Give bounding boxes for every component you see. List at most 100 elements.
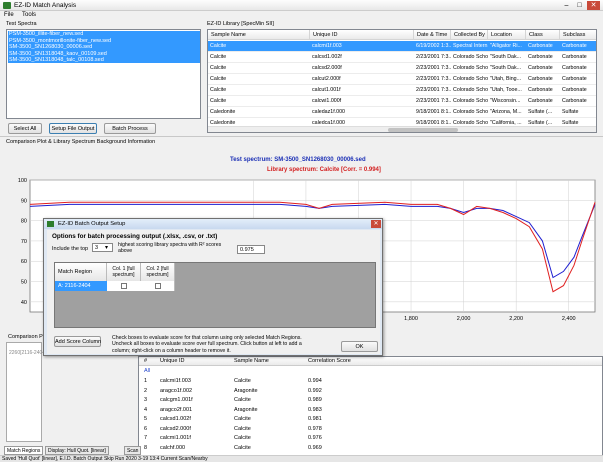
table-row[interactable]: Caledonite caledaz1f.000 9/18/2001 8:1... C… [208, 107, 596, 118]
comparison-list[interactable]: 2260[2116-2404] [6, 342, 46, 442]
list-item[interactable]: PSM-3500_montmorillonite-fiber_new.sed [9, 38, 111, 44]
score-threshold-input[interactable]: 0.975 [237, 245, 265, 254]
test-spectra-label: Test Spectra [6, 21, 37, 27]
close-button[interactable]: ✕ [587, 1, 600, 10]
col2-checkbox[interactable] [155, 283, 161, 289]
app-icon [3, 2, 11, 9]
tab-scan[interactable]: Scan [124, 446, 142, 455]
column-header[interactable]: Unique ID [160, 357, 184, 366]
add-score-column-button[interactable]: Add Score Column [54, 336, 101, 347]
column-header[interactable]: Subclass [560, 30, 596, 40]
table-cell: Carbonate [562, 65, 587, 71]
ok-button[interactable]: OK [341, 341, 378, 352]
results-header: # Unique ID Sample Name Correlation Scor… [139, 357, 602, 366]
chevron-down-icon: ▾ [105, 245, 109, 251]
column-header[interactable]: Sample Name [208, 30, 310, 40]
x-tick-label: 2,000 [457, 316, 471, 322]
table-cell: Calcite [210, 65, 227, 71]
table-cell: "Utah, Tooe... [490, 87, 522, 93]
app-window: EZ-ID Match Analysis – □ ✕ File Tools Te… [0, 0, 603, 462]
result-cell: calcsd2.000f [160, 425, 191, 432]
table-cell: Carbonate [562, 87, 587, 93]
result-row[interactable]: 8 calchf.000 Calcite 0.969 [139, 444, 602, 453]
col1-checkbox[interactable] [121, 283, 127, 289]
result-cell: Calcite [234, 378, 251, 384]
column-header[interactable]: # [144, 357, 147, 366]
table-row[interactable]: Calcite calcmi1f.003 6/19/2002 1:3... Spect… [208, 41, 596, 52]
table-row[interactable]: Calcite calcsd1.002f 2/23/2001 7:3... Color… [208, 52, 596, 63]
table-cell: 2/23/2001 7:3... [416, 65, 451, 71]
result-row[interactable]: 2 aragco1f.002 Aragonite 0.992 [139, 387, 602, 396]
column-header[interactable]: Class [526, 30, 560, 40]
test-spectra-list[interactable]: PSM-3500_illite-fiber_new.sed PSM-3500_m… [6, 29, 201, 119]
x-tick-label: 1,800 [404, 316, 418, 322]
horizontal-scrollbar[interactable] [208, 126, 596, 132]
result-row[interactable]: 1 calcmi1f.003 Calcite 0.994 [139, 377, 602, 386]
table-cell: Carbonate [562, 98, 587, 104]
column-header[interactable]: Collected By [451, 30, 488, 40]
result-row[interactable]: 7 calcmi1.001f Calcite 0.976 [139, 434, 602, 443]
region-column-header: Match Region [55, 263, 107, 281]
menu-file[interactable]: File [4, 12, 14, 18]
tab-match-regions[interactable]: Match Regions [4, 446, 44, 455]
result-cell: calchf.000 [160, 444, 186, 451]
list-item[interactable]: SM-3500_SN1318048_talc_00108.sed [9, 57, 104, 63]
table-cell: Colorado Scho... [453, 87, 488, 93]
table-row[interactable]: Calcite calcwi1.000f 2/23/2001 7:3... Color… [208, 96, 596, 107]
column-header[interactable]: Date & Time [414, 30, 451, 40]
column-header[interactable]: Location [488, 30, 526, 40]
table-row[interactable]: Calcite calcut1.001f 2/23/2001 7:3... Color… [208, 85, 596, 96]
table-cell: Carbonate [528, 54, 553, 60]
table-cell: Carbonate [528, 43, 553, 49]
list-item[interactable]: PSM-3500_illite-fiber_new.sed [9, 31, 83, 37]
col1-header[interactable]: Col. 1 [full spectrum] [107, 263, 141, 281]
result-row[interactable]: 5 calcsd1.002f Calcite 0.981 [139, 415, 602, 424]
list-item[interactable]: SM-3500_SN1318048_kaov_00109.sed [9, 51, 107, 57]
batch-process-button[interactable]: Batch Process [104, 123, 156, 134]
result-cell: 5 [144, 416, 148, 422]
splitter[interactable] [0, 136, 603, 137]
result-row[interactable]: 3 calcgm1.001f Calcite 0.989 [139, 396, 602, 405]
select-all-button[interactable]: Select All [8, 123, 42, 134]
result-cell: 0.992 [308, 387, 322, 394]
table-cell: Caledonite [210, 109, 236, 115]
results-all-group[interactable]: All [144, 367, 150, 376]
table-cell: Spectral Intern... [453, 43, 488, 49]
table-cell: Sulfate [562, 109, 579, 115]
tab-display[interactable]: Display: Hull Quot. [linear] [45, 446, 109, 455]
result-row[interactable]: 6 calcsd2.000f Calcite 0.978 [139, 425, 602, 434]
column-header[interactable]: Correlation Score [308, 357, 351, 366]
minimize-button[interactable]: – [560, 1, 573, 10]
col2-header[interactable]: Col. 2 [full spectrum] [141, 263, 175, 281]
result-cell: Aragonite [234, 406, 258, 413]
menu-tools[interactable]: Tools [22, 12, 36, 18]
result-cell: calcsd1.002f [160, 416, 191, 422]
scroll-thumb[interactable] [388, 128, 458, 132]
column-header[interactable]: Sample Name [234, 357, 269, 366]
setup-file-output-button[interactable]: Setup File Output [49, 123, 97, 134]
result-cell: 0.994 [308, 378, 322, 384]
y-tick-label: 50 [21, 280, 27, 286]
result-row[interactable]: 4 aragco2f.001 Aragonite 0.983 [139, 406, 602, 415]
table-cell: 2/23/2001 7:3... [416, 98, 451, 104]
result-cell: Calcite [234, 425, 251, 432]
dialog-close-button[interactable]: ✕ [371, 220, 381, 228]
table-cell: Carbonate [528, 76, 553, 82]
comparison-item[interactable]: 2260[2116-2404] [9, 350, 46, 356]
y-tick-label: 60 [21, 259, 27, 265]
table-cell: Carbonate [562, 54, 587, 60]
list-item[interactable]: SM-3500_SN1268030_00006.sed [9, 44, 92, 50]
table-cell: Colorado Scho... [453, 65, 488, 71]
results-table[interactable]: # Unique ID Sample Name Correlation Scor… [138, 356, 603, 456]
top-count-select[interactable]: 3 ▾ [92, 243, 113, 252]
region-row-label[interactable]: A: 2116-2404 [55, 281, 107, 291]
library-table[interactable]: Sample Name Unique ID Date & Time Collec… [207, 29, 597, 133]
match-region-table[interactable]: Match Region Col. 1 [full spectrum] Col.… [54, 262, 376, 328]
maximize-button[interactable]: □ [573, 1, 586, 10]
table-cell: Calcite [210, 43, 227, 49]
column-header[interactable]: Unique ID [310, 30, 414, 40]
region-row-cells [107, 281, 175, 291]
table-cell: Colorado Scho... [453, 54, 488, 60]
table-row[interactable]: Calcite calcsd2.000f 2/23/2001 7:3... Color… [208, 63, 596, 74]
table-row[interactable]: Calcite calcut2.000f 2/23/2001 7:3... Color… [208, 74, 596, 85]
